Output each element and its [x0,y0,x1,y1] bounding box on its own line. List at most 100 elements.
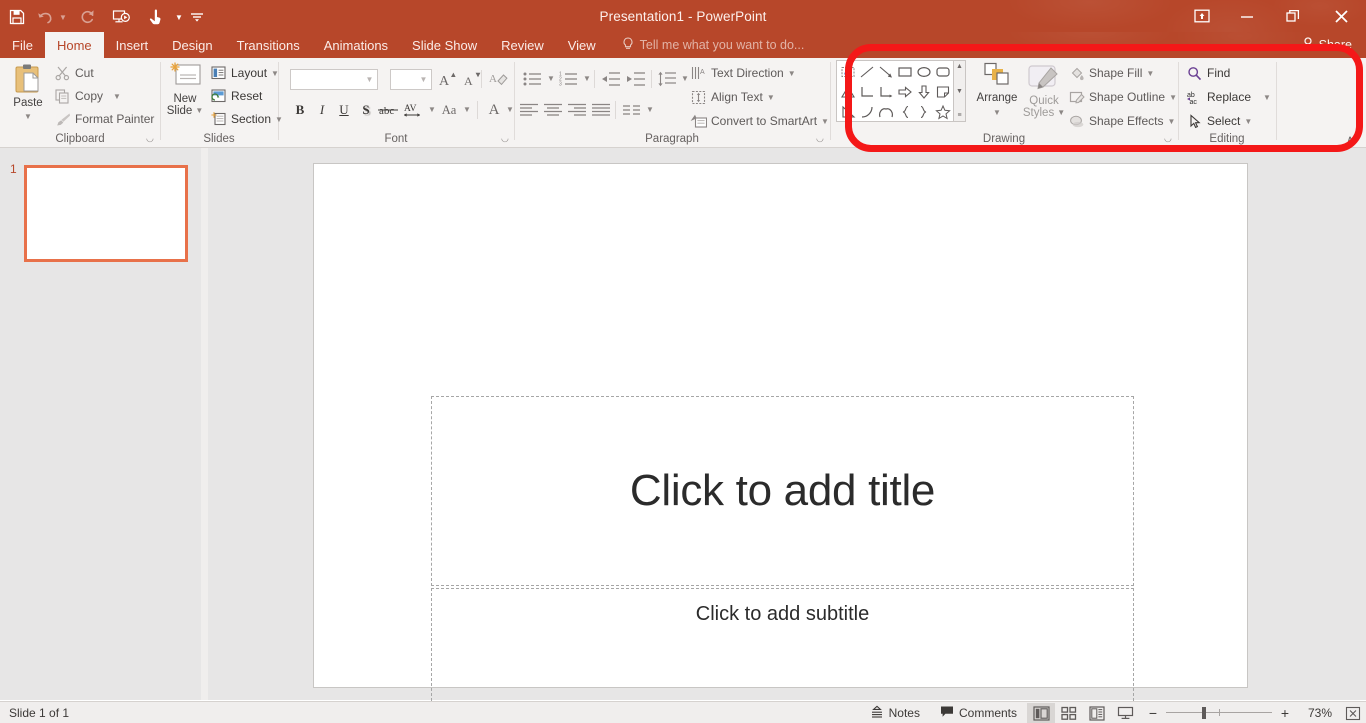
shape-arrow[interactable] [876,62,895,82]
shapes-gallery-more-icon[interactable]: ≡ [957,111,961,120]
arrange-dropdown-caret[interactable]: ▼ [993,107,1001,119]
shape-elbow-arrow-connector[interactable] [876,82,895,102]
line-spacing-caret[interactable]: ▼ [681,74,689,83]
ribbon-display-options-icon[interactable] [1180,0,1224,32]
shape-down-arrow[interactable] [914,82,933,102]
increase-indent-button[interactable] [624,68,648,90]
zoom-slider[interactable] [1166,707,1272,719]
shape-fill-button[interactable]: Shape Fill ▼ [1068,62,1154,84]
font-color-button[interactable]: A [483,99,505,121]
font-name-input[interactable]: ▼ [290,69,378,90]
tab-insert[interactable]: Insert [104,32,161,58]
convert-to-smartart-caret[interactable]: ▼ [821,117,829,126]
drawing-dialog-launcher[interactable]: ◡ [1164,133,1172,144]
thumbnail-pane-scrollbar[interactable] [201,148,208,700]
align-text-button[interactable]: Align Text ▼ [690,86,775,108]
restore-button[interactable] [1270,0,1316,32]
change-case-button[interactable]: Aa [437,99,461,121]
align-left-button[interactable] [517,99,541,121]
tab-slide-show[interactable]: Slide Show [400,32,489,58]
tab-animations[interactable]: Animations [312,32,400,58]
shape-rounded-rectangle[interactable] [933,62,952,82]
share-button[interactable]: Share [1294,34,1360,56]
select-button[interactable]: Select ▼ [1186,110,1252,132]
shapes-gallery-scrollbar[interactable]: ▲ ▼ ≡ [954,60,966,122]
zoom-control[interactable]: − + 73% [1139,705,1340,721]
new-slide-button[interactable]: New Slide ▼ [164,62,206,117]
increase-font-size-button[interactable]: A [436,68,458,90]
bullets-button[interactable] [521,68,545,90]
change-case-caret[interactable]: ▼ [463,105,471,114]
tab-home[interactable]: Home [44,32,104,58]
tab-review[interactable]: Review [489,32,556,58]
character-spacing-button[interactable]: AV [400,99,426,121]
align-center-button[interactable] [541,99,565,121]
tab-file[interactable]: File [0,32,45,58]
customize-quick-access-toolbar-icon[interactable] [186,3,208,31]
quick-styles-button[interactable]: Quick Styles ▼ [1022,62,1066,119]
shape-outline-caret[interactable]: ▼ [1169,93,1177,102]
zoom-in-button[interactable]: + [1279,705,1291,721]
shape-right-arrow[interactable] [895,82,914,102]
fit-slide-to-window-button[interactable] [1340,703,1366,723]
touch-mouse-mode-icon[interactable] [138,3,172,31]
tab-design[interactable]: Design [160,32,224,58]
shape-isosceles-triangle[interactable] [838,82,857,102]
character-spacing-caret[interactable]: ▼ [428,105,436,114]
collapse-ribbon-button[interactable]: ∧ [1346,133,1354,146]
comments-button[interactable]: Comments [930,702,1027,723]
layout-button[interactable]: Layout ▼ [210,62,279,84]
start-from-beginning-icon[interactable] [104,3,138,31]
clear-all-formatting-button[interactable]: A [487,68,509,90]
arrange-button[interactable]: Arrange ▼ [972,62,1022,119]
shape-line[interactable] [857,62,876,82]
shape-double-arc[interactable] [876,102,895,122]
shape-effects-button[interactable]: Shape Effects ▼ [1068,110,1175,132]
shape-arc[interactable] [857,102,876,122]
slide-show-view-button[interactable] [1111,703,1139,723]
shape-left-brace[interactable] [895,102,914,122]
tell-me-search[interactable]: Tell me what you want to do... [608,32,815,58]
columns-caret[interactable]: ▼ [646,105,654,114]
paragraph-dialog-launcher[interactable]: ◡ [816,133,824,144]
line-spacing-button[interactable] [655,68,679,90]
zoom-slider-handle[interactable] [1202,707,1206,719]
touch-mouse-mode-caret[interactable]: ▼ [172,3,186,31]
replace-button[interactable]: ab ac Replace ▼ [1186,86,1271,108]
slide-canvas[interactable]: Click to add title Click to add subtitle [313,163,1248,723]
strikethrough-button[interactable]: abc [377,99,399,121]
shape-elbow-connector[interactable] [857,82,876,102]
shapes-scroll-down-icon[interactable]: ▼ [956,87,963,96]
redo-icon[interactable] [70,3,104,31]
text-direction-caret[interactable]: ▼ [788,69,796,78]
copy-button[interactable]: Copy ▼ [54,85,121,107]
shape-oval[interactable] [914,62,933,82]
normal-view-button[interactable] [1027,703,1055,723]
reset-button[interactable]: Reset [210,85,262,107]
shape-right-brace[interactable] [914,102,933,122]
italic-button[interactable]: I [311,99,333,121]
zoom-out-button[interactable]: − [1147,705,1159,721]
tab-view[interactable]: View [556,32,608,58]
undo-dropdown-caret[interactable]: ▼ [56,3,70,31]
align-right-button[interactable] [565,99,589,121]
select-caret[interactable]: ▼ [1244,117,1252,126]
bold-button[interactable]: B [289,99,311,121]
numbering-caret[interactable]: ▼ [583,74,591,83]
shape-right-triangle[interactable] [838,102,857,122]
font-dialog-launcher[interactable]: ◡ [501,133,509,144]
reading-view-button[interactable] [1083,703,1111,723]
minimize-button[interactable] [1224,0,1270,32]
shape-star[interactable] [933,102,952,122]
shape-rectangle[interactable] [895,62,914,82]
shapes-scroll-up-icon[interactable]: ▲ [956,62,963,71]
save-icon[interactable] [0,3,34,31]
find-button[interactable]: Find [1186,62,1230,84]
quick-styles-caret[interactable]: ▼ [1057,107,1065,119]
section-dropdown-caret[interactable]: ▼ [275,115,283,124]
shapes-gallery[interactable]: A [836,60,954,122]
replace-caret[interactable]: ▼ [1263,93,1271,102]
font-color-caret[interactable]: ▼ [506,105,514,114]
shape-fill-caret[interactable]: ▼ [1146,69,1154,78]
undo-icon[interactable] [34,3,56,31]
